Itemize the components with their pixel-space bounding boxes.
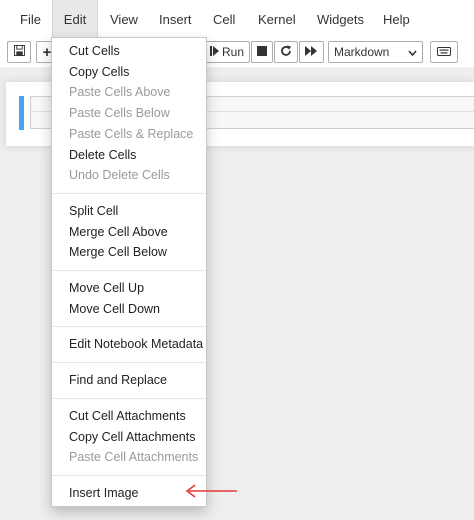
menu-item-delete-cells[interactable]: Delete Cells [69, 145, 136, 166]
menu-item-paste-cells-above: Paste Cells Above [69, 85, 171, 100]
menu-divider [52, 270, 206, 271]
cell-type-select[interactable]: Markdown [328, 41, 423, 63]
menu-edit[interactable]: Edit [52, 0, 98, 38]
menu-cell[interactable]: Cell [213, 0, 235, 38]
save-button[interactable] [7, 41, 31, 63]
menu-divider [52, 474, 206, 476]
menu-item-undo-delete-cells: Undo Delete Cells [69, 168, 170, 183]
menu-divider [52, 397, 206, 399]
restart-run-all-button[interactable] [299, 41, 324, 63]
menu-item-cut-cell-attachments[interactable]: Cut Cell Attachments [69, 406, 186, 427]
menu-insert[interactable]: Insert [159, 0, 192, 38]
menu-widgets[interactable]: Widgets [317, 0, 364, 38]
menu-view[interactable]: View [110, 0, 138, 38]
menu-item-move-cell-up[interactable]: Move Cell Up [69, 278, 144, 299]
menu-item-split-cell[interactable]: Split Cell [69, 201, 118, 222]
menu-file[interactable]: File [20, 0, 41, 38]
annotation-arrow-icon [184, 484, 238, 501]
run-button[interactable]: Run [204, 41, 250, 63]
refresh-icon [280, 45, 292, 60]
menu-item-edit-notebook-metadata[interactable]: Edit Notebook Metadata [69, 334, 203, 355]
menu-item-copy-cell-attachments[interactable]: Copy Cell Attachments [69, 427, 195, 448]
fast-forward-icon [305, 45, 318, 59]
menu-item-copy-cells[interactable]: Copy Cells [69, 62, 129, 83]
menu-item-paste-cells-and-replace: Paste Cells & Replace [69, 126, 194, 141]
command-palette-button[interactable] [430, 41, 458, 63]
menu-item-insert-image[interactable]: Insert Image [69, 483, 138, 504]
stop-icon [257, 45, 267, 59]
interrupt-kernel-button[interactable] [251, 41, 273, 63]
menu-divider [52, 362, 206, 364]
menu-item-merge-cell-above[interactable]: Merge Cell Above [69, 222, 168, 243]
menu-item-paste-cells-below: Paste Cells Below [69, 106, 170, 121]
menu-item-find-and-replace[interactable]: Find and Replace [69, 370, 167, 391]
menu-help[interactable]: Help [383, 0, 410, 38]
selected-cell-indicator [19, 96, 24, 130]
run-button-label: Run [221, 45, 244, 59]
edit-menu-dropdown: Cut Cells Copy Cells Paste Cells Above Past… [51, 37, 207, 507]
menu-item-merge-cell-below[interactable]: Merge Cell Below [69, 242, 167, 263]
menu-item-paste-cell-attachments: Paste Cell Attachments [69, 450, 199, 465]
step-forward-icon [209, 45, 219, 59]
menu-kernel[interactable]: Kernel [258, 0, 296, 38]
menu-item-cut-cells[interactable]: Cut Cells [69, 41, 120, 62]
chevron-down-icon [408, 45, 417, 59]
menu-bar: File Edit View Insert Cell Kernel Widget… [0, 0, 474, 39]
menu-divider [52, 192, 206, 194]
menu-item-move-cell-down[interactable]: Move Cell Down [69, 299, 160, 320]
cell-type-value: Markdown [334, 45, 390, 59]
restart-kernel-button[interactable] [274, 41, 298, 63]
keyboard-icon [437, 45, 451, 59]
menu-divider [52, 326, 206, 328]
floppy-disk-icon [13, 45, 25, 59]
